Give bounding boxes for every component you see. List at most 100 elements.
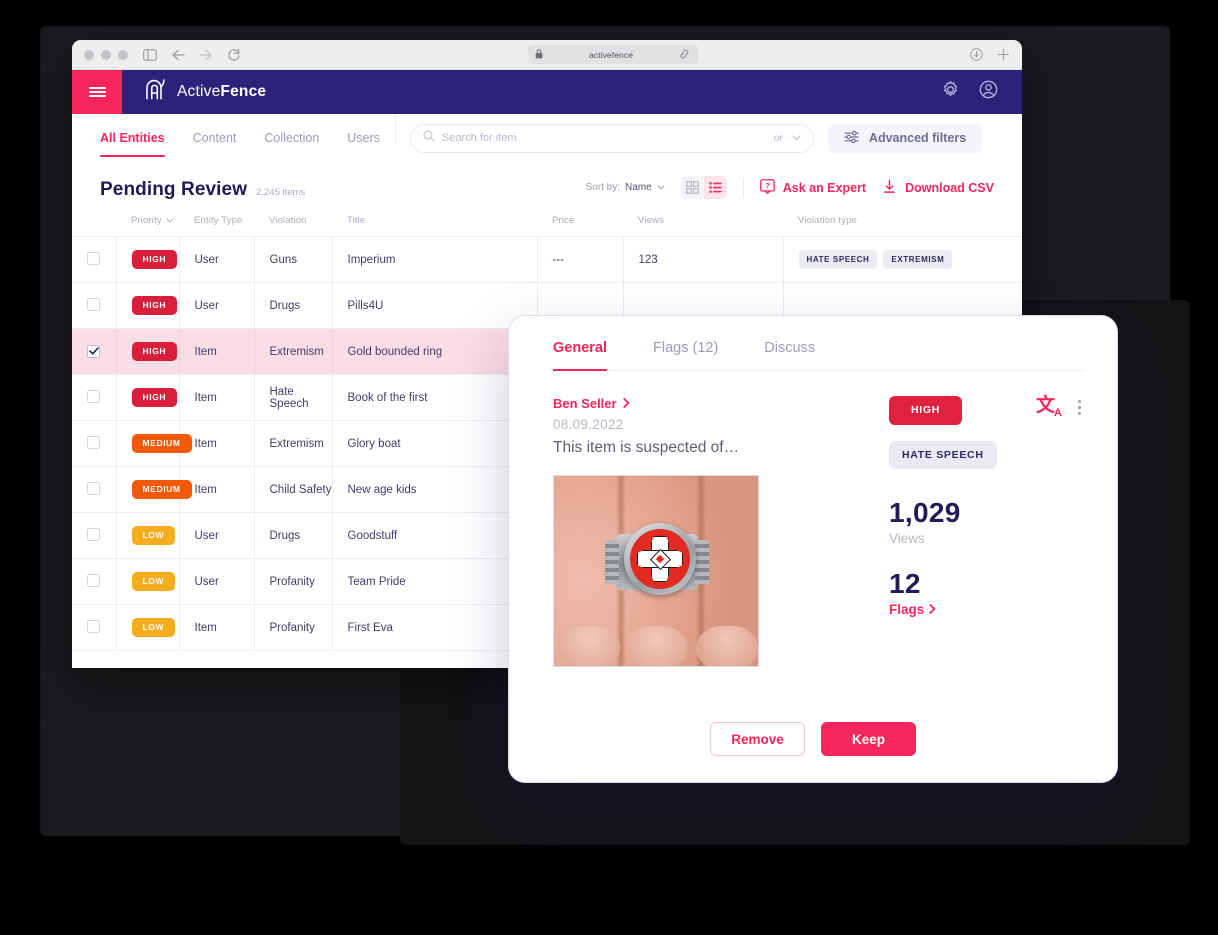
keep-button[interactable]: Keep	[821, 722, 916, 756]
modal-tab-flags[interactable]: Flags (12)	[653, 340, 718, 370]
remove-button[interactable]: Remove	[710, 722, 805, 756]
row-title-cell: First Eva	[332, 604, 538, 651]
question-box-icon: ?	[759, 178, 775, 197]
row-checkbox-cell[interactable]	[72, 374, 117, 421]
modal-violation-badge: HATE SPEECH	[889, 440, 997, 469]
brand-logo[interactable]: ActiveFence	[144, 78, 266, 107]
flags-link[interactable]: Flags	[889, 602, 1085, 617]
tab-users[interactable]: Users	[347, 114, 380, 162]
minimize-window-button[interactable]	[101, 49, 111, 60]
row-entity-cell: Item	[179, 604, 255, 651]
row-checkbox[interactable]	[87, 435, 101, 449]
grid-view-icon[interactable]	[680, 176, 704, 199]
row-violation-cell: Profanity	[254, 604, 333, 651]
download-csv-button[interactable]: Download CSV	[882, 179, 994, 197]
row-priority-cell: HIGH	[116, 282, 180, 329]
priority-badge: MEDIUM	[131, 434, 192, 453]
seller-link[interactable]: Ben Seller	[553, 396, 853, 411]
priority-badge: LOW	[131, 526, 176, 545]
url-bar[interactable]: activefence	[527, 45, 698, 64]
sort-by-value: Name	[625, 182, 652, 193]
row-checkbox[interactable]	[87, 251, 101, 265]
priority-badge: MEDIUM	[131, 480, 192, 499]
row-checkbox[interactable]	[87, 527, 101, 541]
row-entity-cell: User	[179, 236, 255, 283]
download-icon[interactable]	[970, 48, 983, 61]
row-checkbox-cell[interactable]	[72, 558, 117, 605]
row-title-cell: Pills4U	[332, 282, 538, 329]
row-checkbox[interactable]	[87, 481, 101, 495]
operator-label: or	[773, 132, 783, 144]
hamburger-menu-button[interactable]	[72, 70, 122, 114]
priority-badge: HIGH	[131, 342, 178, 361]
table-row[interactable]: HIGH User Guns Imperium --- 123 HATE SPE…	[72, 236, 1022, 283]
new-tab-icon[interactable]	[997, 48, 1010, 61]
search-operator-dropdown[interactable]: or	[774, 132, 801, 144]
close-window-button[interactable]	[84, 49, 94, 60]
row-checkbox-checked[interactable]	[87, 344, 101, 358]
advanced-filters-button[interactable]: Advanced filters	[827, 123, 983, 153]
row-title-cell: Goodstuff	[332, 512, 538, 559]
list-view-icon[interactable]	[703, 176, 727, 199]
row-checkbox[interactable]	[87, 297, 101, 311]
svg-text:?: ?	[765, 181, 770, 190]
link-icon[interactable]	[679, 46, 690, 64]
row-checkbox[interactable]	[87, 619, 101, 633]
sort-by-dropdown[interactable]: Sort by: Name	[586, 182, 665, 193]
item-description: This item is suspected of…	[553, 439, 740, 456]
maximize-window-button[interactable]	[118, 49, 128, 60]
row-title-cell: Team Pride	[332, 558, 538, 605]
th-views: Views	[638, 215, 664, 226]
search-zone: Search for item or Advanced filters	[394, 113, 983, 153]
row-checkbox-cell[interactable]	[72, 236, 117, 283]
row-checkbox[interactable]	[87, 573, 101, 587]
chevron-down-icon	[166, 215, 174, 226]
browser-chrome-right	[970, 48, 1010, 61]
row-title-cell: Book of the first	[332, 374, 538, 421]
window-traffic-lights[interactable]	[84, 49, 128, 60]
row-checkbox-cell[interactable]	[72, 466, 117, 513]
view-mode-toggle[interactable]	[680, 176, 727, 199]
modal-footer: Remove Keep	[509, 722, 1117, 756]
row-violation-type-cell: HATE SPEECH EXTREMISM	[783, 236, 1022, 283]
row-entity-cell: User	[179, 282, 255, 329]
reload-icon[interactable]	[227, 48, 241, 61]
search-icon	[423, 129, 435, 147]
row-priority-cell: LOW	[116, 604, 180, 651]
nav-bar: All Entities Content Collection Users Se…	[72, 113, 1022, 162]
row-checkbox-cell[interactable]	[72, 420, 117, 467]
th-title: Title	[347, 215, 366, 226]
gear-icon[interactable]	[941, 80, 960, 104]
modal-priority-badge: HIGH	[889, 396, 963, 425]
item-photo[interactable]	[553, 475, 759, 667]
modal-right-column: HIGH 文A HATE SPEECH 1,029 Views 12 Flags	[889, 396, 1085, 667]
search-input[interactable]: Search for item or	[409, 123, 814, 153]
row-checkbox-cell[interactable]	[72, 512, 117, 559]
translate-icon[interactable]: 文A	[1036, 396, 1062, 419]
modal-tab-general[interactable]: General	[553, 340, 607, 371]
sidebar-icon[interactable]	[143, 48, 157, 61]
row-checkbox-cell[interactable]	[72, 282, 117, 329]
modal-tab-discuss[interactable]: Discuss	[764, 340, 815, 370]
url-bar-container: activefence	[255, 45, 970, 64]
row-violation-cell: Child Safety	[254, 466, 333, 513]
row-checkbox-cell[interactable]	[72, 604, 117, 651]
flags-label: Flags	[889, 601, 925, 617]
ask-an-expert-button[interactable]: ? Ask an Expert	[759, 178, 866, 197]
row-priority-cell: HIGH	[116, 236, 180, 283]
th-price: Price	[552, 215, 575, 226]
photo-fingernail	[696, 626, 758, 666]
row-checkbox-cell[interactable]	[72, 328, 117, 375]
row-checkbox[interactable]	[87, 389, 101, 403]
tab-content[interactable]: Content	[193, 114, 237, 162]
chevron-down-icon	[657, 182, 665, 193]
tab-collection[interactable]: Collection	[264, 114, 319, 162]
more-options-icon[interactable]	[1078, 399, 1081, 415]
row-violation-cell: Hate Speech	[254, 374, 333, 421]
tab-all-entities[interactable]: All Entities	[100, 114, 165, 162]
app-header: ActiveFence	[72, 70, 1022, 114]
back-arrow-icon[interactable]	[171, 49, 185, 61]
chevron-right-icon	[929, 602, 936, 617]
th-priority[interactable]: Priority	[116, 215, 179, 237]
account-icon[interactable]	[979, 80, 998, 104]
